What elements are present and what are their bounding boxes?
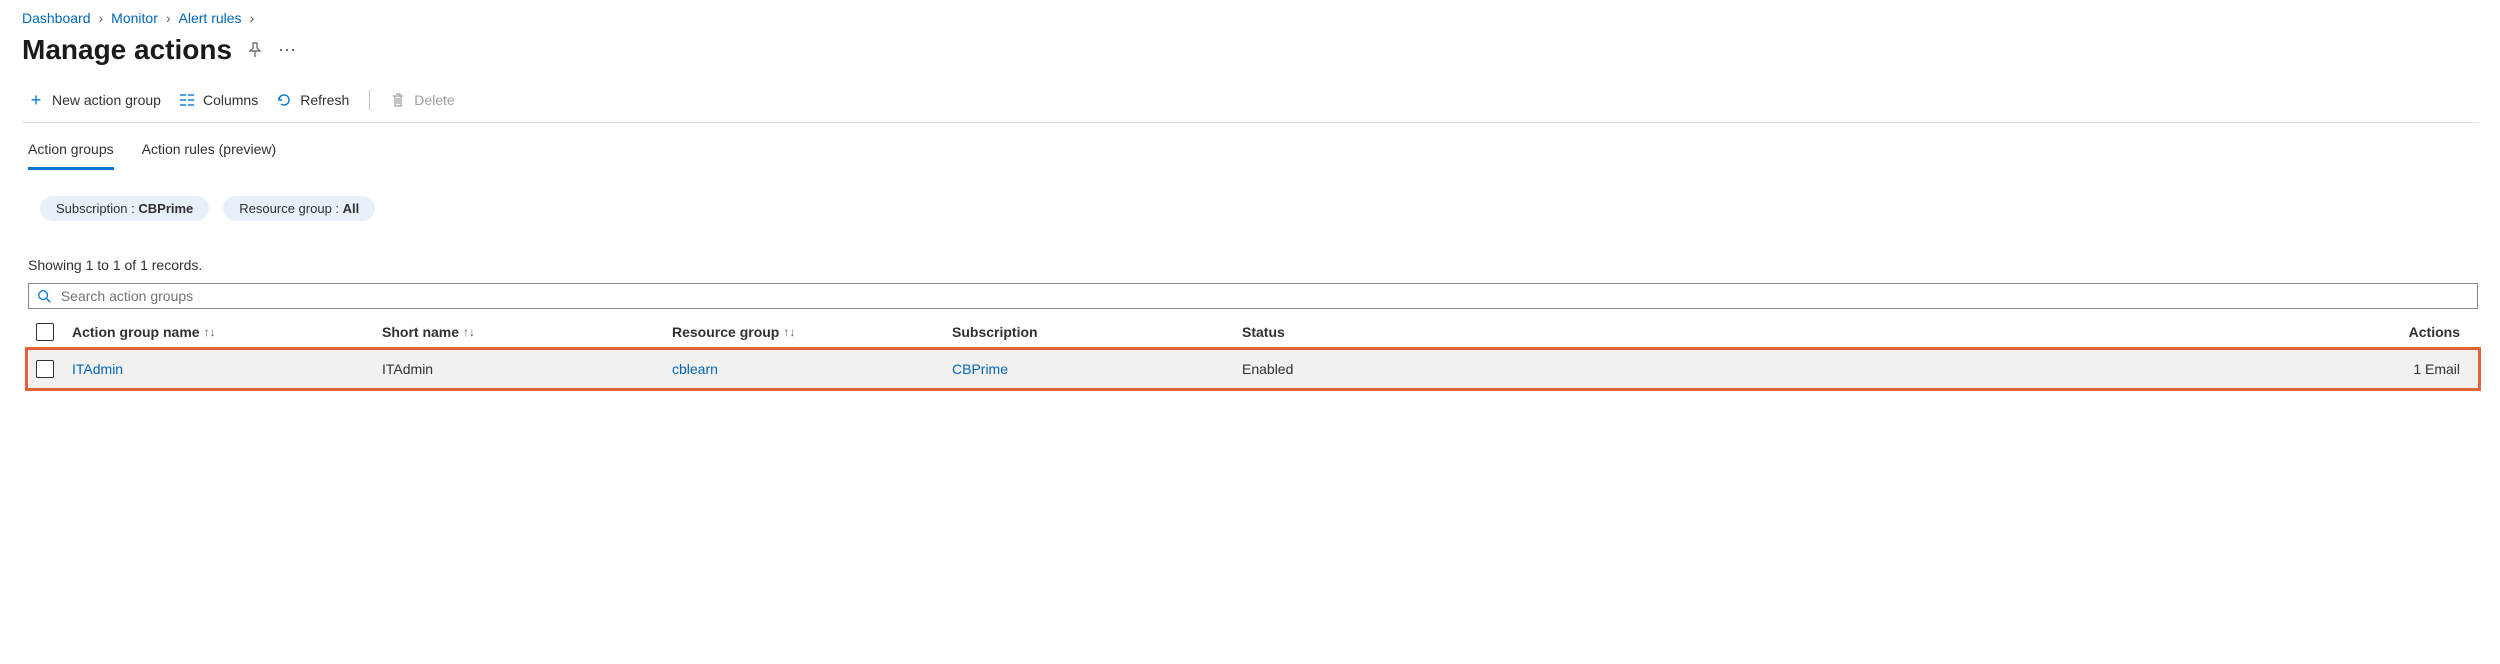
col-label: Short name: [382, 324, 459, 340]
col-actions: Actions: [1522, 324, 2470, 340]
toolbar-label: Refresh: [300, 92, 349, 108]
refresh-button[interactable]: Refresh: [276, 92, 349, 108]
breadcrumb-item[interactable]: Dashboard: [22, 10, 91, 26]
col-status: Status: [1242, 324, 1522, 340]
col-label: Subscription: [952, 324, 1038, 340]
sort-icon: ↑↓: [204, 325, 216, 339]
pill-value: CBPrime: [138, 201, 193, 216]
row-subscription-link[interactable]: CBPrime: [952, 361, 1008, 377]
trash-icon: [390, 92, 406, 108]
chevron-right-icon: ›: [99, 10, 104, 26]
new-action-group-button[interactable]: + New action group: [28, 92, 161, 108]
col-subscription: Subscription: [952, 324, 1242, 340]
table-row[interactable]: ITAdmin ITAdmin cblearn CBPrime Enabled …: [28, 350, 2478, 388]
toolbar-label: Columns: [203, 92, 258, 108]
tabs: Action groups Action rules (preview): [22, 123, 2478, 170]
columns-button[interactable]: Columns: [179, 92, 258, 108]
page-title: Manage actions: [22, 34, 232, 66]
col-short-name[interactable]: Short name ↑↓: [382, 324, 672, 340]
col-label: Resource group: [672, 324, 779, 340]
row-checkbox[interactable]: [36, 360, 54, 378]
row-resource-group-link[interactable]: cblearn: [672, 361, 718, 377]
more-icon[interactable]: ⋯: [278, 41, 296, 59]
table-header: Action group name ↑↓ Short name ↑↓ Resourc…: [28, 315, 2478, 350]
search-input[interactable]: [61, 288, 2469, 304]
row-name-link[interactable]: ITAdmin: [72, 361, 123, 377]
col-label: Actions: [2409, 324, 2460, 340]
chevron-right-icon: ›: [166, 10, 171, 26]
col-label: Status: [1242, 324, 1285, 340]
columns-icon: [179, 92, 195, 108]
separator: [369, 90, 370, 110]
col-label: Action group name: [72, 324, 200, 340]
row-actions: 1 Email: [2413, 361, 2460, 377]
records-count: Showing 1 to 1 of 1 records.: [22, 221, 2478, 279]
sort-icon: ↑↓: [783, 325, 795, 339]
sort-icon: ↑↓: [463, 325, 475, 339]
search-icon: [37, 288, 53, 304]
pill-label: Subscription :: [56, 201, 138, 216]
filter-pill-subscription[interactable]: Subscription : CBPrime: [40, 196, 209, 221]
delete-button: Delete: [390, 92, 454, 108]
toolbar-label: Delete: [414, 92, 454, 108]
breadcrumb-item[interactable]: Monitor: [111, 10, 158, 26]
pill-value: All: [343, 201, 360, 216]
toolbar-label: New action group: [52, 92, 161, 108]
breadcrumb-item[interactable]: Alert rules: [179, 10, 242, 26]
tab-action-rules[interactable]: Action rules (preview): [142, 135, 277, 170]
col-resource-group[interactable]: Resource group ↑↓: [672, 324, 952, 340]
row-status: Enabled: [1242, 361, 1293, 377]
plus-icon: +: [28, 92, 44, 108]
toolbar: + New action group Columns Refresh: [22, 84, 2478, 123]
row-short-name: ITAdmin: [382, 361, 433, 377]
select-all-checkbox[interactable]: [36, 323, 54, 341]
filter-pill-resource-group[interactable]: Resource group : All: [223, 196, 375, 221]
chevron-right-icon: ›: [250, 10, 255, 26]
tab-action-groups[interactable]: Action groups: [28, 135, 114, 170]
refresh-icon: [276, 92, 292, 108]
pin-icon[interactable]: [246, 41, 264, 59]
col-action-group-name[interactable]: Action group name ↑↓: [72, 324, 382, 340]
search-input-wrapper[interactable]: [28, 283, 2478, 309]
pill-label: Resource group :: [239, 201, 342, 216]
breadcrumb: Dashboard › Monitor › Alert rules ›: [22, 6, 2478, 32]
